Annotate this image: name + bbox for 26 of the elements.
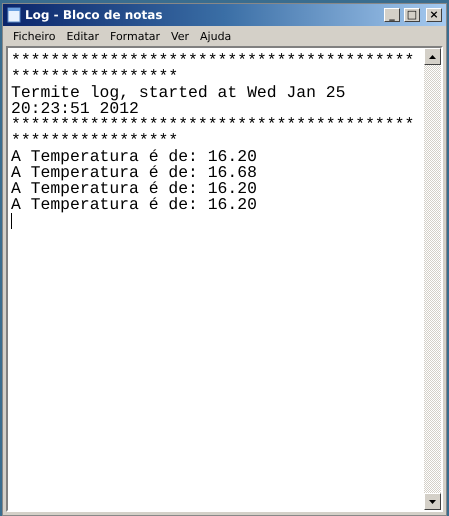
menu-item[interactable]: Formatar — [105, 30, 166, 42]
text-line: A Temperatura é de: 16.20 — [11, 197, 258, 213]
menu-item[interactable]: Ver — [166, 30, 196, 42]
menu-item[interactable]: Ajuda — [195, 30, 238, 42]
minimize-button[interactable]: _ — [384, 8, 400, 22]
notepad-icon — [7, 7, 21, 23]
text-line: A Temperatura é de: 16.68 — [11, 165, 258, 181]
menu-item[interactable]: Ficheiro — [8, 30, 62, 42]
scroll-up-button[interactable] — [424, 48, 441, 65]
window-title: Log - Bloco de notas — [25, 8, 164, 22]
text-line: ***************** — [11, 69, 178, 85]
text-line: ***************************************** — [11, 53, 416, 69]
down-arrow-icon — [429, 500, 436, 504]
text-line: A Temperatura é de: 16.20 — [11, 181, 258, 197]
text-line: ***************** — [11, 133, 178, 149]
text-line: Termite log, started at Wed Jan 25 — [11, 85, 346, 101]
scroll-down-button[interactable] — [424, 493, 441, 510]
text-line: 20:23:51 2012 — [11, 101, 139, 117]
text-cursor — [11, 213, 12, 229]
vertical-scrollbar[interactable] — [424, 48, 441, 510]
close-button[interactable]: × — [426, 8, 442, 22]
text-line: A Temperatura é de: 16.20 — [11, 149, 258, 165]
menu-item[interactable]: Editar — [61, 30, 106, 42]
up-arrow-icon — [429, 54, 436, 58]
text-line: ***************************************** — [11, 117, 416, 133]
maximize-button[interactable]: □ — [404, 8, 420, 22]
